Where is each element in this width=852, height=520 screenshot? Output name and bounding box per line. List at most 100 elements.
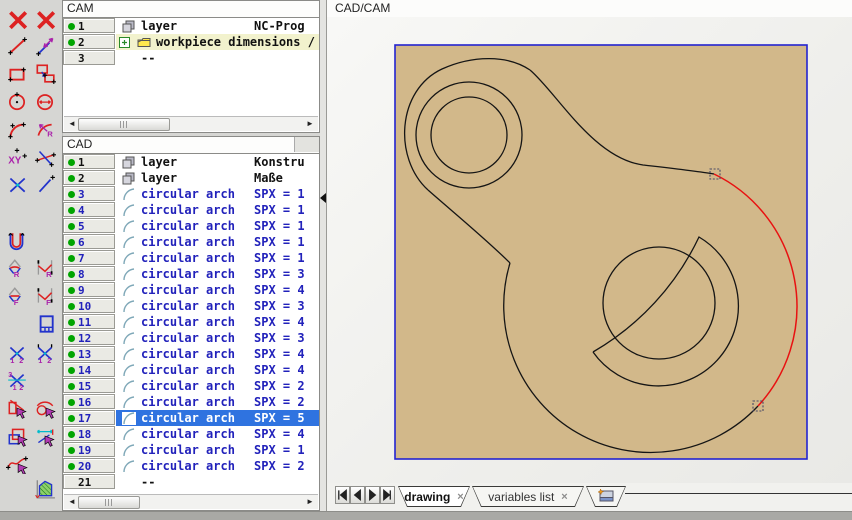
cam-scroll-thumb[interactable] [78, 118, 170, 131]
row-header-cell[interactable]: 12 [63, 330, 115, 345]
line-icon[interactable] [6, 34, 28, 56]
new-view-icon[interactable] [597, 488, 615, 505]
row-content[interactable]: layer NC-Prog [116, 18, 319, 34]
measure-icon[interactable] [34, 425, 56, 447]
row-content[interactable]: circular arch SPX = 1 [116, 186, 319, 202]
table-row[interactable]: 8 circular arch SPX = 3 [63, 266, 319, 282]
row-content[interactable]: circular arch SPX = 3 [116, 330, 319, 346]
arc-icon[interactable] [6, 118, 28, 140]
row-header-cell[interactable]: 7 [63, 250, 115, 265]
select-curve-icon[interactable] [6, 452, 28, 474]
tab-new-view[interactable] [586, 486, 626, 507]
row-header-cell[interactable]: 19 [63, 442, 115, 457]
row-header-cell[interactable]: 3 [63, 50, 115, 65]
tab-close-icon[interactable]: × [561, 492, 567, 502]
row-header-cell[interactable]: 2 [63, 34, 115, 49]
rectangle-icon[interactable] [6, 62, 28, 84]
cad-scroll-thumb[interactable] [78, 496, 140, 509]
delete-all-icon[interactable] [6, 8, 28, 30]
row-content[interactable]: circular arch SPX = 4 [116, 314, 319, 330]
fillet-chamfer-icon[interactable]: F [6, 285, 28, 307]
row-content[interactable]: circular arch SPX = 4 [116, 362, 319, 378]
table-row[interactable]: 15 circular arch SPX = 2 [63, 378, 319, 394]
table-row[interactable]: 9 circular arch SPX = 4 [63, 282, 319, 298]
table-row[interactable]: 3 -- [63, 50, 319, 66]
row-content[interactable]: circular arch SPX = 1 [116, 250, 319, 266]
tab-close-icon[interactable]: × [457, 492, 463, 502]
tab-drawing[interactable]: drawing × [398, 486, 470, 507]
row-content[interactable]: layer Konstru [116, 154, 319, 170]
row-header-cell[interactable]: 18 [63, 426, 115, 441]
row-header-cell[interactable]: 3 [63, 186, 115, 201]
table-row[interactable]: 1 layer Konstru [63, 154, 319, 170]
trim-extend-icon[interactable]: 12 [34, 342, 56, 364]
table-row[interactable]: 21 -- [63, 474, 319, 490]
tab-nav-next-button[interactable] [365, 486, 380, 504]
circle-icon[interactable] [6, 90, 28, 112]
tab-nav-last-button[interactable] [380, 486, 395, 504]
row-content[interactable]: circular arch SPX = 1 [116, 442, 319, 458]
table-row[interactable]: 20 circular arch SPX = 2 [63, 458, 319, 474]
circle-diameter-icon[interactable] [34, 90, 56, 112]
row-header-cell[interactable]: 9 [63, 282, 115, 297]
trim-two-icon[interactable]: 12 [6, 342, 28, 364]
table-row[interactable]: 14 circular arch SPX = 4 [63, 362, 319, 378]
drawing-canvas[interactable] [327, 17, 852, 483]
row-content[interactable]: circular arch SPX = 3 [116, 266, 319, 282]
row-header-cell[interactable]: 17 [63, 410, 115, 425]
row-header-cell[interactable]: 15 [63, 378, 115, 393]
row-header-cell[interactable]: 11 [63, 314, 115, 329]
scroll-right-icon[interactable]: ► [304, 496, 316, 508]
cam-horizontal-scrollbar[interactable]: ◄ ► [64, 116, 318, 131]
row-content[interactable]: circular arch SPX = 4 [116, 346, 319, 362]
contour-icon[interactable] [6, 230, 28, 252]
table-row[interactable]: 6 circular arch SPX = 1 [63, 234, 319, 250]
table-row[interactable]: 7 circular arch SPX = 1 [63, 250, 319, 266]
row-header-cell[interactable]: 10 [63, 298, 115, 313]
table-row[interactable]: 3 circular arch SPX = 1 [63, 186, 319, 202]
table-row[interactable]: 12 circular arch SPX = 3 [63, 330, 319, 346]
table-row[interactable]: 11 circular arch SPX = 4 [63, 314, 319, 330]
row-header-cell[interactable]: 5 [63, 218, 115, 233]
row-content[interactable]: circular arch SPX = 2 [116, 394, 319, 410]
tab-nav-first-button[interactable] [335, 486, 350, 504]
delete-element-icon[interactable] [34, 8, 56, 30]
intersection-icon[interactable] [6, 173, 28, 195]
table-row[interactable]: 19 circular arch SPX = 1 [63, 442, 319, 458]
row-header-cell[interactable]: 8 [63, 266, 115, 281]
table-row[interactable]: 1 layer NC-Prog [63, 18, 319, 34]
table-row[interactable]: 10 circular arch SPX = 3 [63, 298, 319, 314]
segment-icon[interactable] [34, 173, 56, 195]
tab-variables-list[interactable]: variables list × [472, 486, 584, 507]
delete-arc-icon[interactable] [34, 397, 56, 419]
table-row[interactable]: 5 circular arch SPX = 1 [63, 218, 319, 234]
row-header-cell[interactable]: 16 [63, 394, 115, 409]
table-row[interactable]: 16 circular arch SPX = 2 [63, 394, 319, 410]
tangent-line-icon[interactable] [34, 146, 56, 168]
table-row[interactable]: 18 circular arch SPX = 4 [63, 426, 319, 442]
row-content[interactable]: circular arch SPX = 2 [116, 378, 319, 394]
row-content[interactable]: circular arch SPX = 4 [116, 282, 319, 298]
row-content[interactable]: -- [116, 474, 319, 490]
hatch-area-icon[interactable] [34, 477, 56, 499]
row-header-cell[interactable]: 21 [63, 474, 115, 489]
arc-radius-icon[interactable]: R [34, 118, 56, 140]
row-header-cell[interactable]: 13 [63, 346, 115, 361]
delete-line-icon[interactable] [6, 397, 28, 419]
scroll-right-icon[interactable]: ► [304, 118, 316, 130]
table-row[interactable]: 17 circular arch SPX = 5 [63, 410, 319, 426]
row-content[interactable]: circular arch SPX = 4 [116, 426, 319, 442]
row-header-cell[interactable]: 4 [63, 202, 115, 217]
row-content[interactable]: circular arch SPX = 5 [116, 410, 319, 426]
row-content[interactable]: circular arch SPX = 1 [116, 202, 319, 218]
row-header-cell[interactable]: 14 [63, 362, 115, 377]
copy-rectangle-icon[interactable] [34, 62, 56, 84]
expand-plus-icon[interactable] [118, 36, 131, 49]
table-row[interactable]: 2 layer Maße [63, 170, 319, 186]
copy-element-icon[interactable] [6, 425, 28, 447]
scroll-left-icon[interactable]: ◄ [66, 118, 78, 130]
table-row[interactable]: 13 circular arch SPX = 4 [63, 346, 319, 362]
corner-chamfer-icon[interactable]: F [34, 285, 56, 307]
point-xy-icon[interactable]: XY [6, 146, 28, 168]
table-row[interactable]: 2 workpiece dimensions / [63, 34, 319, 50]
